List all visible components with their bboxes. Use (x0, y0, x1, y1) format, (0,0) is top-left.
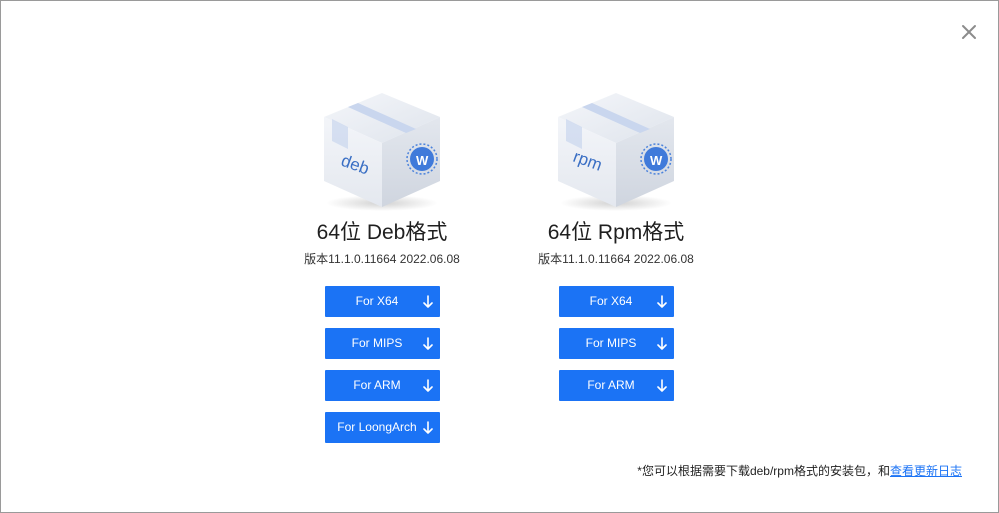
download-arrow-icon (657, 379, 667, 392)
deb-loongarch-label: For LoongArch (337, 420, 417, 434)
deb-x64-label: For X64 (355, 294, 399, 308)
rpm-mips-label: For MIPS (585, 336, 637, 350)
close-icon[interactable] (959, 22, 979, 42)
download-arrow-icon (657, 337, 667, 350)
download-arrow-icon (423, 421, 433, 434)
deb-download-mips-button[interactable]: For MIPS (325, 328, 440, 359)
svg-text:W: W (650, 153, 663, 168)
download-dialog: deb W 64位 Deb格式 版本11.1.0.11664 2022.06.0… (0, 0, 999, 513)
deb-arm-label: For ARM (353, 378, 401, 392)
rpm-package-version: 版本11.1.0.11664 2022.06.08 (538, 252, 694, 266)
deb-package-box-icon: deb W (318, 89, 446, 213)
download-arrow-icon (423, 337, 433, 350)
rpm-arm-label: For ARM (587, 378, 635, 392)
footer-note: *您可以根据需要下载deb/rpm格式的安装包，和查看更新日志 (637, 462, 962, 479)
deb-download-arm-button[interactable]: For ARM (325, 370, 440, 401)
rpm-package-box-icon: rpm W (552, 89, 680, 213)
close-button[interactable] (959, 22, 979, 42)
download-arrow-icon (657, 295, 667, 308)
rpm-x64-label: For X64 (589, 294, 633, 308)
deb-download-x64-button[interactable]: For X64 (325, 286, 440, 317)
download-arrow-icon (423, 295, 433, 308)
footer-note-text: *您可以根据需要下载deb/rpm格式的安装包，和 (637, 464, 890, 478)
deb-package-title: 64位 Deb格式 (316, 221, 448, 244)
rpm-package-title: 64位 Rpm格式 (547, 221, 685, 244)
rpm-download-mips-button[interactable]: For MIPS (559, 328, 674, 359)
deb-mips-label: For MIPS (351, 336, 403, 350)
changelog-link[interactable]: 查看更新日志 (890, 464, 962, 478)
rpm-download-arm-button[interactable]: For ARM (559, 370, 674, 401)
deb-download-loongarch-button[interactable]: For LoongArch (325, 412, 440, 443)
download-arrow-icon (423, 379, 433, 392)
rpm-download-x64-button[interactable]: For X64 (559, 286, 674, 317)
deb-package-version: 版本11.1.0.11664 2022.06.08 (304, 252, 460, 266)
svg-text:W: W (416, 153, 429, 168)
